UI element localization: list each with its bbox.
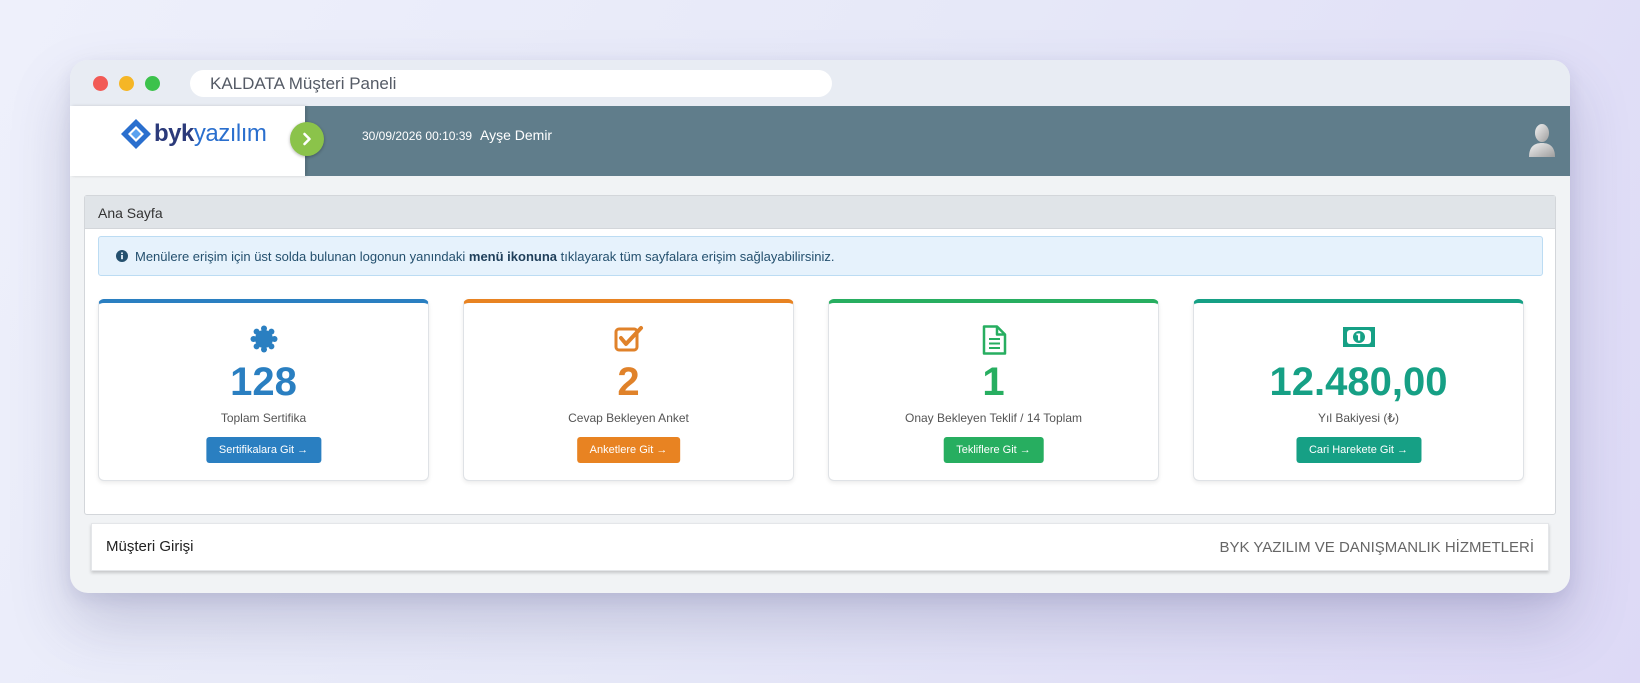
balance-card: 12.480,00 Yıl Bakiyesi (₺) Cari Harekete… — [1193, 299, 1524, 481]
alert-emphasis: menü ikonuna — [468, 249, 558, 264]
offers-button[interactable]: Tekliflere Git → — [943, 437, 1044, 463]
address-bar[interactable]: KALDATA Müşteri Paneli — [190, 70, 832, 97]
balance-amount: 12.480,00 — [1269, 360, 1448, 404]
certificates-count: 128 — [230, 360, 297, 404]
logo-mark-icon — [121, 119, 151, 149]
panel-title: Ana Sayfa — [85, 196, 1555, 229]
close-window-button[interactable] — [93, 76, 108, 91]
offers-count: 1 — [982, 360, 1005, 404]
footer: Müşteri Girişi BYK YAZILIM VE DANIŞMANLI… — [91, 523, 1549, 571]
info-alert: Menülere erişim için üst solda bulunan l… — [98, 236, 1543, 276]
offers-card: 1 Onay Bekleyen Teklif / 14 Toplam Tekli… — [828, 299, 1159, 481]
certificate-icon — [250, 325, 277, 353]
alert-text-end: tıklayarak tüm sayfalara erişim sağlayab… — [560, 249, 835, 264]
certificates-card: 128 Toplam Sertifika Sertifikalara Git → — [98, 299, 429, 481]
checkbox-icon — [614, 326, 643, 352]
title-bar: KALDATA Müşteri Paneli — [70, 60, 1570, 106]
user-avatar-icon[interactable] — [1528, 122, 1556, 158]
surveys-count: 2 — [617, 360, 640, 404]
chevron-right-icon — [303, 132, 311, 146]
logo-text: bykyazılım — [154, 120, 267, 147]
surveys-card: 2 Cevap Bekleyen Anket Anketlere Git → — [463, 299, 794, 481]
balance-label: Yıl Bakiyesi (₺) — [1318, 411, 1399, 425]
certificates-label: Toplam Sertifika — [220, 411, 307, 425]
app-header: bykyazılım 30/09/2026 00:10:39 Ayşe Demi… — [70, 106, 1570, 176]
surveys-button[interactable]: Anketlere Git → — [576, 437, 681, 463]
footer-company: BYK YAZILIM VE DANIŞMANLIK HİZMETLERİ — [1219, 539, 1534, 556]
balance-button[interactable]: Cari Harekete Git → — [1295, 437, 1422, 463]
user-name: Ayşe Demir — [480, 127, 553, 143]
menu-toggle-button[interactable] — [290, 122, 324, 156]
money-icon — [1342, 327, 1375, 347]
offers-label: Onay Bekleyen Teklif / 14 Toplam — [905, 411, 1082, 425]
alert-text: Menülere erişim için üst solda bulunan l… — [135, 249, 466, 264]
minimize-window-button[interactable] — [119, 76, 134, 91]
document-icon — [982, 325, 1006, 355]
surveys-label: Cevap Bekleyen Anket — [568, 411, 689, 425]
current-datetime: 30/09/2026 00:10:39 — [362, 129, 473, 143]
certificates-button[interactable]: Sertifikalara Git → — [205, 437, 322, 463]
browser-window: KALDATA Müşteri Paneli bykyazılım 30/09/… — [70, 60, 1570, 593]
home-panel: Ana Sayfa Menülere erişim için üst solda… — [84, 195, 1556, 515]
logo[interactable]: bykyazılım — [70, 106, 305, 176]
footer-title: Müşteri Girişi — [106, 538, 194, 555]
maximize-window-button[interactable] — [145, 76, 160, 91]
info-icon — [116, 250, 128, 262]
